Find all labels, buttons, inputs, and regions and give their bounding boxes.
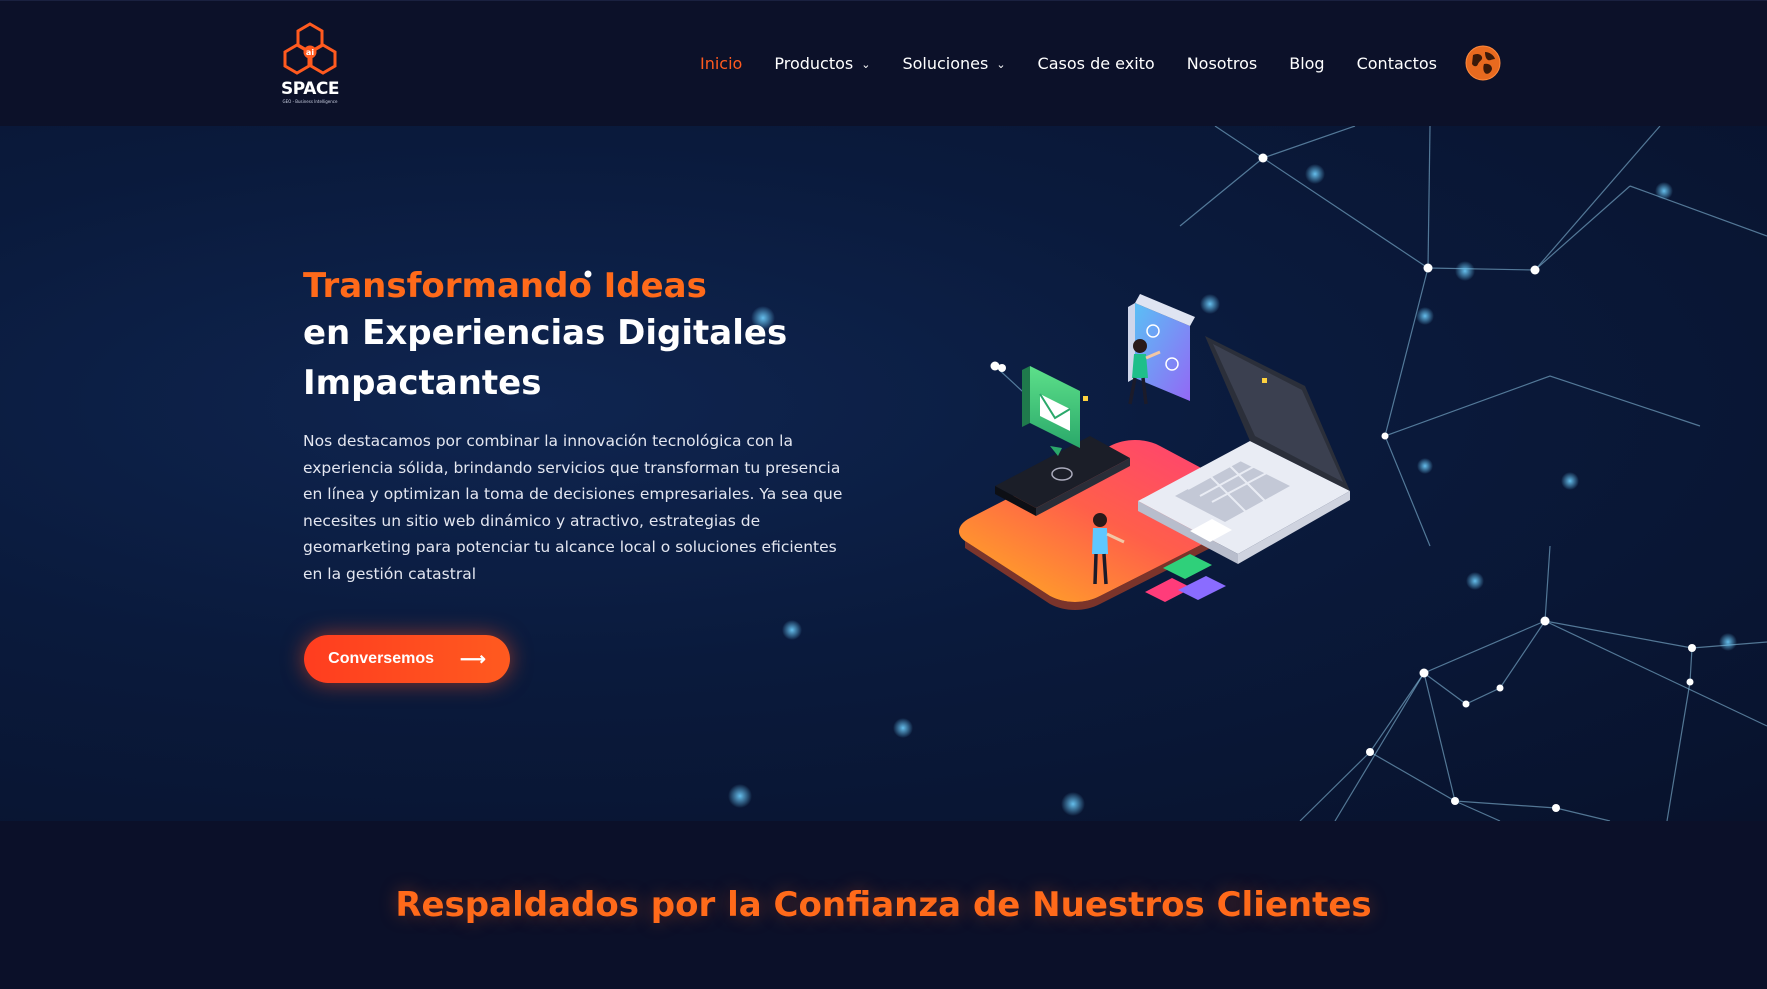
chevron-down-icon: ⌄ xyxy=(861,57,871,71)
logo-name: SPACE xyxy=(281,79,339,99)
globe-icon[interactable] xyxy=(1465,45,1501,81)
nav-item-nosotros[interactable]: Nosotros xyxy=(1187,54,1258,73)
nav-label: Blog xyxy=(1289,53,1325,73)
nav-item-blog[interactable]: Blog xyxy=(1289,54,1324,73)
chevron-down-icon: ⌄ xyxy=(996,57,1006,71)
nav-label: Productos xyxy=(774,53,854,73)
nav-item-inicio[interactable]: Inicio xyxy=(700,54,742,73)
clients-title: Respaldados por la Confianza de Nuestros… xyxy=(395,885,1372,925)
main-nav: Inicio Productos ⌄ Soluciones ⌄ Casos de… xyxy=(700,45,1501,81)
cta-label: Conversemos xyxy=(328,650,434,667)
nav-item-contactos[interactable]: Contactos xyxy=(1357,54,1437,73)
nav-item-casos-de-exito[interactable]: Casos de exito xyxy=(1038,54,1155,73)
network-background xyxy=(584,126,1767,821)
hero-title: Transformando Ideas en Experiencias Digi… xyxy=(303,264,863,408)
hero-title-line3: Impactantes xyxy=(303,363,542,403)
nav-label: Casos de exito xyxy=(1037,53,1155,73)
nav-item-soluciones[interactable]: Soluciones ⌄ xyxy=(902,54,1005,73)
conversemos-button[interactable]: Conversemos ⟶ xyxy=(304,635,510,683)
hero-title-line2: en Experiencias Digitales xyxy=(303,313,788,353)
arrow-right-icon: ⟶ xyxy=(460,648,486,669)
hero-section: Transformando Ideas en Experiencias Digi… xyxy=(0,126,1767,821)
logo-tagline: GEO - Business Intelligence xyxy=(282,99,338,104)
clients-section: Respaldados por la Confianza de Nuestros… xyxy=(0,821,1767,989)
hexagon-logo-icon: ai xyxy=(283,22,337,75)
digital-devices-illustration xyxy=(958,294,1350,610)
nav-label: Inicio xyxy=(700,53,743,73)
site-header: ai SPACE GEO - Business Intelligence Ini… xyxy=(0,0,1767,127)
nav-label: Contactos xyxy=(1356,53,1437,73)
site-logo[interactable]: ai SPACE GEO - Business Intelligence xyxy=(275,21,345,107)
nav-label: Soluciones xyxy=(902,53,989,73)
hero-title-highlight: Transformando Ideas xyxy=(303,266,707,306)
nav-label: Nosotros xyxy=(1186,53,1258,73)
logo-badge: ai xyxy=(306,48,314,57)
nav-item-productos[interactable]: Productos ⌄ xyxy=(774,54,870,73)
hero-description: Nos destacamos por combinar la innovació… xyxy=(303,432,843,583)
